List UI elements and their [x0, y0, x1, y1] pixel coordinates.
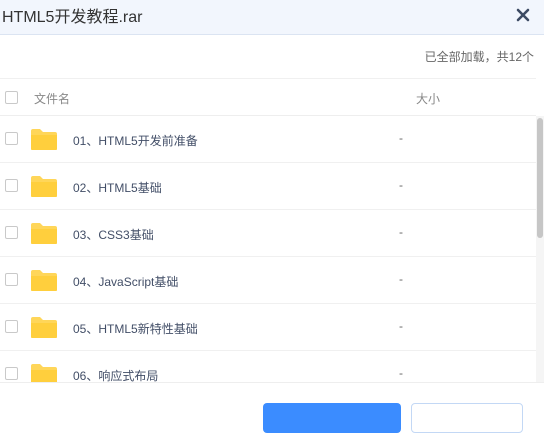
- folder-icon: [31, 317, 57, 338]
- row-checkbox[interactable]: [5, 320, 18, 333]
- folder-icon: [31, 129, 57, 150]
- folder-icon: [31, 223, 57, 244]
- file-size: -: [399, 366, 403, 380]
- file-row[interactable]: 04、JavaScript基础 -: [0, 257, 536, 304]
- title-bar: HTML5开发教程.rar: [0, 0, 544, 35]
- column-header-name[interactable]: 文件名: [34, 90, 70, 107]
- row-checkbox[interactable]: [5, 226, 18, 239]
- folder-icon: [31, 270, 57, 291]
- dialog-footer: [0, 382, 544, 433]
- secondary-button[interactable]: [411, 403, 523, 433]
- file-size: -: [399, 225, 403, 239]
- scrollbar-thumb[interactable]: [537, 118, 543, 238]
- file-list: 01、HTML5开发前准备 - 02、HTML5基础 - 03、CSS3基础 -…: [0, 116, 536, 382]
- file-row[interactable]: 05、HTML5新特性基础 -: [0, 304, 536, 351]
- file-size: -: [399, 272, 403, 286]
- list-header: 文件名 大小: [0, 78, 536, 116]
- file-size: -: [399, 131, 403, 145]
- file-name[interactable]: 01、HTML5开发前准备: [73, 132, 198, 149]
- file-row[interactable]: 02、HTML5基础 -: [0, 163, 536, 210]
- file-name[interactable]: 03、CSS3基础: [73, 226, 154, 243]
- row-checkbox[interactable]: [5, 132, 18, 145]
- close-icon[interactable]: [514, 6, 532, 24]
- row-checkbox[interactable]: [5, 367, 18, 380]
- file-name[interactable]: 02、HTML5基础: [73, 179, 162, 196]
- window-title: HTML5开发教程.rar: [2, 9, 143, 26]
- select-all-checkbox[interactable]: [5, 91, 18, 104]
- file-size: -: [399, 178, 403, 192]
- primary-button[interactable]: [263, 403, 401, 433]
- file-name[interactable]: 04、JavaScript基础: [73, 273, 178, 290]
- file-row[interactable]: 03、CSS3基础 -: [0, 210, 536, 257]
- scrollbar[interactable]: [536, 116, 544, 382]
- row-checkbox[interactable]: [5, 273, 18, 286]
- load-status: 已全部加载，共12个: [424, 50, 534, 64]
- row-checkbox[interactable]: [5, 179, 18, 192]
- file-size: -: [399, 319, 403, 333]
- file-name[interactable]: 06、响应式布局: [73, 367, 158, 382]
- folder-icon: [31, 176, 57, 197]
- file-row[interactable]: 01、HTML5开发前准备 -: [0, 116, 536, 163]
- column-header-size[interactable]: 大小: [416, 90, 440, 107]
- folder-icon: [31, 364, 57, 382]
- file-name[interactable]: 05、HTML5新特性基础: [73, 320, 198, 337]
- file-row[interactable]: 06、响应式布局 -: [0, 351, 536, 382]
